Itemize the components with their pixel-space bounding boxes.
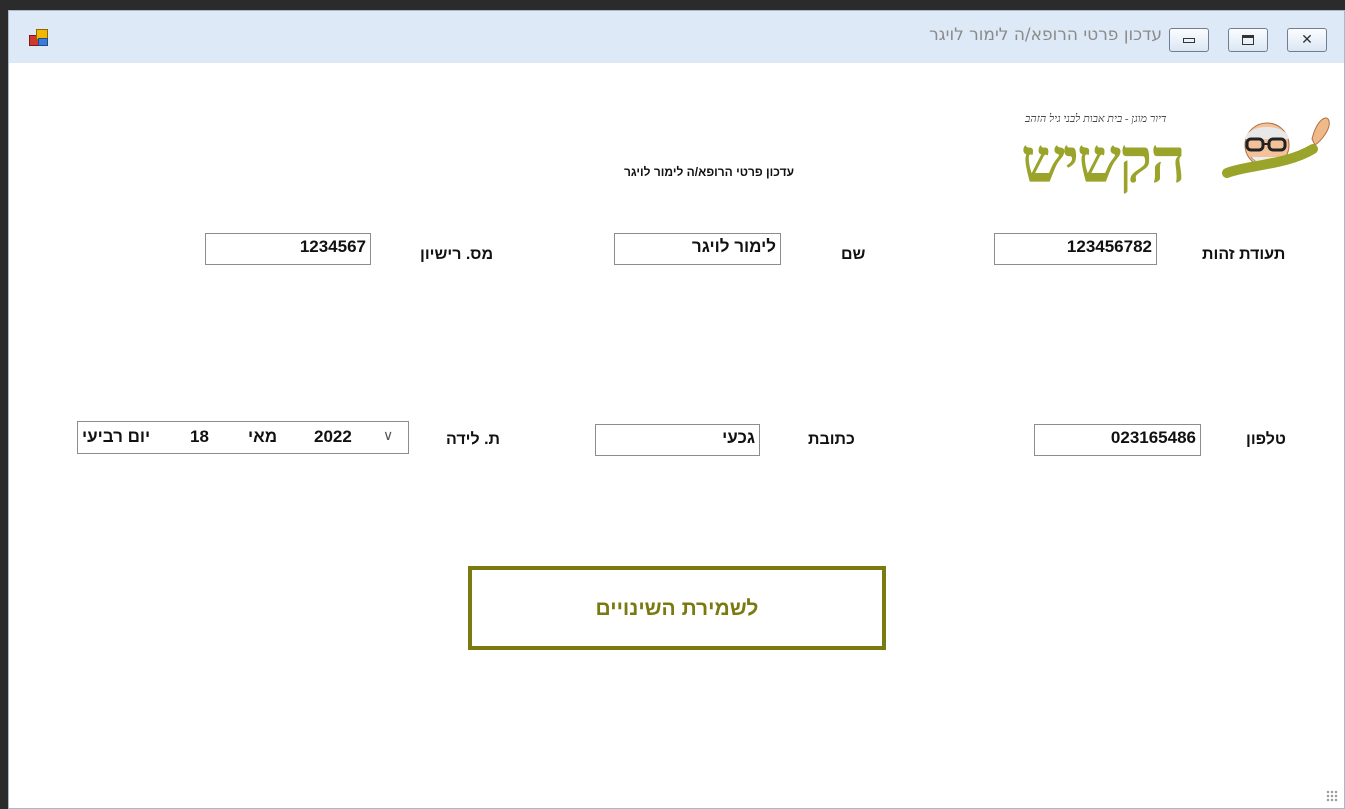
form-header: עדכון פרטי הרופא/ה לימור לויגר: [624, 165, 794, 179]
close-icon: ✕: [1301, 32, 1313, 48]
phone-label: טלפון: [1246, 431, 1286, 448]
save-changes-button[interactable]: לשמירת השינויים: [468, 566, 886, 650]
name-label: שם: [841, 246, 866, 263]
birth-date-label: ת. לידה: [446, 431, 500, 448]
license-field[interactable]: 1234567: [205, 233, 371, 265]
minimize-button[interactable]: [1169, 28, 1209, 52]
app-icon[interactable]: [29, 29, 48, 46]
name-field[interactable]: לימור לויגר: [614, 233, 781, 265]
app-window: עדכון פרטי הרופא/ה לימור לויגר ✕ דיור מו…: [8, 10, 1345, 809]
id-field[interactable]: 123456782: [994, 233, 1157, 265]
maximize-icon: [1229, 29, 1267, 51]
birth-day[interactable]: 18: [190, 427, 209, 447]
birth-year[interactable]: 2022: [314, 427, 352, 447]
address-label: כתובת: [808, 431, 855, 448]
close-button[interactable]: ✕: [1287, 28, 1327, 52]
maximize-button[interactable]: [1228, 28, 1268, 52]
save-changes-label: לשמירת השינויים: [595, 597, 759, 620]
address-field[interactable]: גכעי: [595, 424, 760, 456]
resize-grip[interactable]: [1326, 790, 1338, 802]
minimize-icon: [1170, 29, 1208, 51]
senior-mascot-icon: [1222, 117, 1330, 178]
license-label: מס. רישיון: [420, 246, 494, 263]
window-title: עדכון פרטי הרופא/ה לימור לויגר: [929, 25, 1162, 45]
logo-wordmark: הקשיש: [1021, 128, 1186, 196]
phone-field[interactable]: 023165486: [1034, 424, 1201, 456]
logo: דיור מוגן - בית אבות לבני גיל הזהב הקשיש: [1021, 109, 1331, 201]
id-label: תעודת זהות: [1202, 246, 1286, 263]
title-bar[interactable]: עדכון פרטי הרופא/ה לימור לויגר ✕: [9, 11, 1344, 63]
logo-tagline: דיור מוגן - בית אבות לבני גיל הזהב: [1025, 113, 1167, 125]
birth-date-picker[interactable]: ∨ 2022 מאי 18 יום רביעי: [77, 421, 409, 454]
birth-weekday[interactable]: יום רביעי: [82, 427, 150, 447]
chevron-down-icon[interactable]: ∨: [383, 428, 393, 444]
birth-month[interactable]: מאי: [248, 427, 277, 447]
